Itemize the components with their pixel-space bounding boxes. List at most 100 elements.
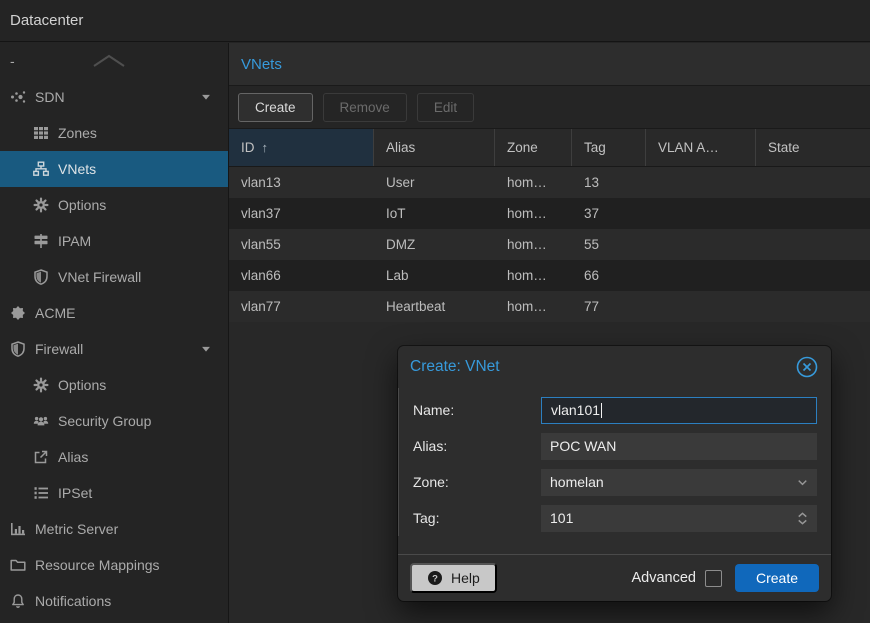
panel-title-bar: VNets <box>229 43 870 86</box>
caret-down-icon[interactable] <box>199 90 213 104</box>
dialog-form: Name: vlan101 Alias: POC WAN Zone: homel… <box>398 388 831 536</box>
cell-zone: hom… <box>495 198 572 229</box>
dialog-footer: ? Help Advanced Create <box>398 554 831 601</box>
table-row[interactable]: vlan66 Lab hom… 66 <box>229 260 870 291</box>
shield-icon <box>10 341 26 357</box>
column-header-state[interactable]: State <box>756 129 870 166</box>
external-link-icon <box>33 449 49 465</box>
advanced-label: Advanced <box>631 570 696 586</box>
column-header-alias[interactable]: Alias <box>374 129 495 166</box>
cell-id: vlan37 <box>229 198 374 229</box>
help-button[interactable]: ? Help <box>410 563 497 593</box>
cell-state <box>756 291 870 322</box>
create-vnet-dialog: Create: VNet Name: vlan101 Alias: POC WA… <box>398 346 831 601</box>
sidebar-item-label: Options <box>58 197 106 213</box>
advanced-checkbox[interactable] <box>705 570 722 587</box>
sidebar-scroll-hint[interactable]: - <box>0 43 228 79</box>
top-bar: Datacenter <box>0 0 870 42</box>
create-button[interactable]: Create <box>238 93 313 122</box>
cell-alias: IoT <box>374 198 495 229</box>
sidebar-item-label: IPSet <box>58 485 92 501</box>
cell-vlan-aware <box>646 291 756 322</box>
zone-select[interactable]: homelan <box>541 469 817 496</box>
grid-icon <box>33 125 49 141</box>
cell-id: vlan66 <box>229 260 374 291</box>
cell-zone: hom… <box>495 260 572 291</box>
cell-vlan-aware <box>646 229 756 260</box>
remove-button[interactable]: Remove <box>323 93 407 122</box>
cell-state <box>756 167 870 198</box>
table-row[interactable]: vlan13 User hom… 13 <box>229 167 870 198</box>
cell-vlan-aware <box>646 260 756 291</box>
cell-state <box>756 260 870 291</box>
edit-button[interactable]: Edit <box>417 93 474 122</box>
shield-icon <box>33 269 49 285</box>
sidebar-item-label: ACME <box>35 305 75 321</box>
table-row[interactable]: vlan37 IoT hom… 37 <box>229 198 870 229</box>
gear-icon <box>33 377 49 393</box>
cell-alias: Lab <box>374 260 495 291</box>
sidebar-scroll-label: - <box>10 53 15 69</box>
sidebar-item-alias[interactable]: Alias <box>0 439 228 475</box>
cell-alias: DMZ <box>374 229 495 260</box>
name-field-label: Name: <box>413 402 541 418</box>
spinner-up-down-icon[interactable] <box>795 510 810 527</box>
sidebar-item-label: SDN <box>35 89 65 105</box>
bar-chart-icon <box>10 521 26 537</box>
sidebar-item-acme[interactable]: ACME <box>0 295 228 331</box>
sidebar-item-label: Metric Server <box>35 521 118 537</box>
sidebar-item-notifications[interactable]: Notifications <box>0 583 228 619</box>
table-row[interactable]: vlan77 Heartbeat hom… 77 <box>229 291 870 322</box>
cell-zone: hom… <box>495 167 572 198</box>
cell-id: vlan13 <box>229 167 374 198</box>
caret-down-icon[interactable] <box>199 342 213 356</box>
sidebar-item-firewall[interactable]: Firewall <box>0 331 228 367</box>
cell-zone: hom… <box>495 291 572 322</box>
sidebar-item-zones[interactable]: Zones <box>0 115 228 151</box>
question-circle-icon: ? <box>427 570 443 586</box>
sidebar-item-ipset[interactable]: IPSet <box>0 475 228 511</box>
cell-id: vlan55 <box>229 229 374 260</box>
chevron-up-icon[interactable] <box>90 53 128 69</box>
column-header-tag[interactable]: Tag <box>572 129 646 166</box>
sidebar-item-label: Alias <box>58 449 88 465</box>
cell-tag: 77 <box>572 291 646 322</box>
sidebar-item-label: IPAM <box>58 233 91 249</box>
users-icon <box>33 413 49 429</box>
table-row[interactable]: vlan55 DMZ hom… 55 <box>229 229 870 260</box>
alias-field-label: Alias: <box>413 438 541 454</box>
sidebar-item-resource-mappings[interactable]: Resource Mappings <box>0 547 228 583</box>
name-field[interactable]: vlan101 <box>541 397 817 424</box>
sidebar-item-vnet-firewall[interactable]: VNet Firewall <box>0 259 228 295</box>
tag-spinner[interactable]: 101 <box>541 505 817 532</box>
sidebar-item-ipam[interactable]: IPAM <box>0 223 228 259</box>
sidebar: - SDN Zones VNets Options <box>0 43 228 623</box>
sort-asc-icon: ↑ <box>262 140 269 155</box>
svg-text:?: ? <box>432 573 438 584</box>
cell-alias: User <box>374 167 495 198</box>
page-title: VNets <box>241 56 282 73</box>
column-header-zone[interactable]: Zone <box>495 129 572 166</box>
sidebar-item-sdn[interactable]: SDN <box>0 79 228 115</box>
sdn-icon <box>10 89 26 105</box>
cell-id: vlan77 <box>229 291 374 322</box>
chevron-down-icon[interactable] <box>795 475 810 490</box>
sidebar-item-sdn-options[interactable]: Options <box>0 187 228 223</box>
sidebar-item-security-group[interactable]: Security Group <box>0 403 228 439</box>
cell-zone: hom… <box>495 229 572 260</box>
sidebar-item-vnets[interactable]: VNets <box>0 151 228 187</box>
cell-tag: 13 <box>572 167 646 198</box>
tag-field-label: Tag: <box>413 510 541 526</box>
column-header-id[interactable]: ID ↑ <box>229 129 374 166</box>
alias-field[interactable]: POC WAN <box>541 433 817 460</box>
cell-state <box>756 198 870 229</box>
column-header-vlan-aware[interactable]: VLAN A… <box>646 129 756 166</box>
signpost-icon <box>33 233 49 249</box>
sidebar-item-metric-server[interactable]: Metric Server <box>0 511 228 547</box>
table-header: ID ↑ Alias Zone Tag VLAN A… State <box>229 129 870 167</box>
sidebar-item-firewall-options[interactable]: Options <box>0 367 228 403</box>
close-icon[interactable] <box>795 355 819 379</box>
dialog-create-button[interactable]: Create <box>735 564 819 592</box>
sidebar-item-label: Resource Mappings <box>35 557 160 573</box>
cell-alias: Heartbeat <box>374 291 495 322</box>
